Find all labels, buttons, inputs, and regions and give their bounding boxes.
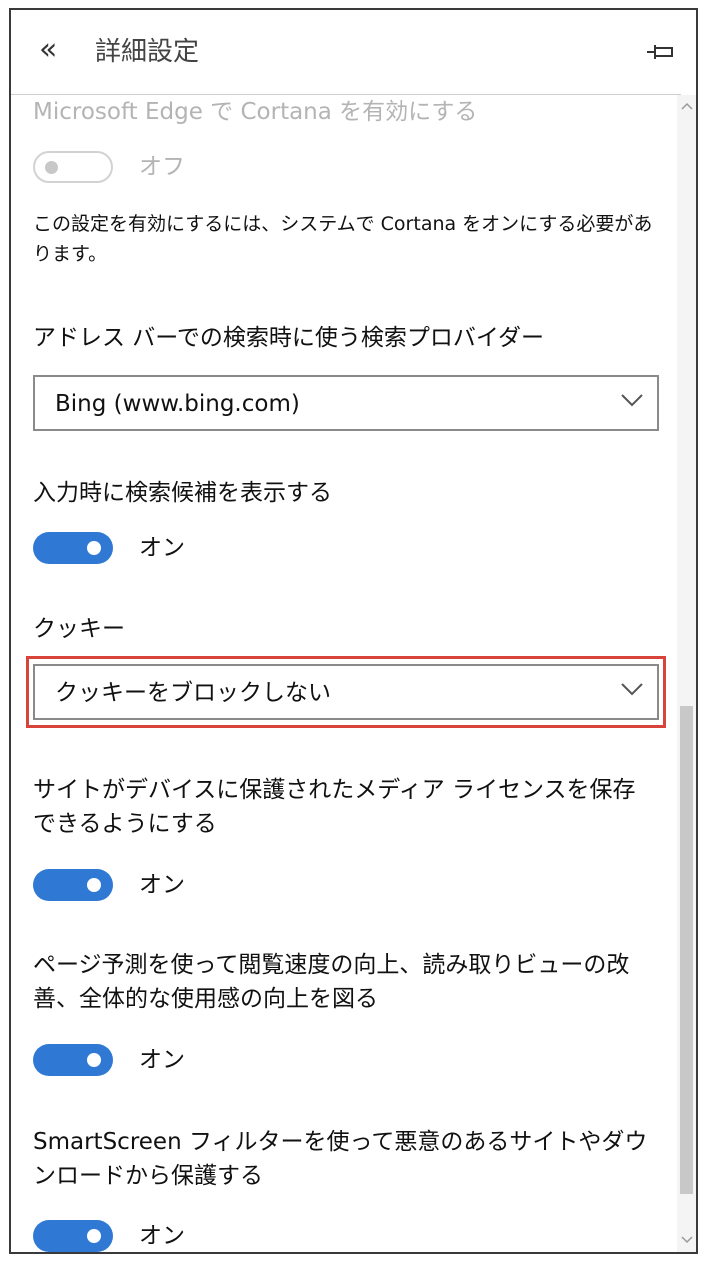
toggle-knob [87,541,101,555]
back-chevron-icon[interactable]: « [39,32,57,68]
scroll-up-arrow-icon[interactable] [679,100,695,112]
pin-icon[interactable] [646,42,674,62]
toggle-knob [87,1229,101,1243]
cookies-dropdown[interactable]: クッキーをブロックしない [33,664,659,720]
panel-header: « 詳細設定 [11,10,696,94]
advanced-settings-panel: « 詳細設定 Microsoft Edge で Cortana を有効にする オ… [9,8,698,1254]
media-license-label: サイトがデバイスに保護されたメディア ライセンスを保存できるようにする [33,777,636,837]
smartscreen-label: SmartScreen フィルターを使って悪意のあるサイトやダウンロードから保護… [33,1129,648,1189]
chevron-down-icon [621,394,643,407]
cortana-toggle-state: オフ [139,154,185,180]
chevron-down-icon [621,683,643,696]
cookies-value: クッキーをブロックしない [55,680,331,706]
search-provider-label: アドレス バーでの検索時に使う検索プロバイダー [33,325,545,351]
toggle-knob [87,878,101,892]
settings-content: Microsoft Edge で Cortana を有効にする オフ この設定を… [11,95,677,1252]
cortana-toggle[interactable] [33,151,113,183]
toggle-knob [45,161,58,174]
media-license-toggle[interactable] [33,869,113,901]
page-prediction-toggle[interactable] [33,1044,113,1076]
toggle-knob [87,1053,101,1067]
search-suggestions-state: オン [139,535,185,561]
smartscreen-toggle[interactable] [33,1220,113,1252]
cookies-label: クッキー [33,616,125,642]
search-provider-dropdown[interactable]: Bing (www.bing.com) [33,375,659,431]
page-title: 詳細設定 [95,37,200,67]
media-license-state: オン [139,872,185,898]
cortana-note: この設定を有効にするには、システムで Cortana をオンにする必要があります… [33,213,653,265]
page-prediction-state: オン [139,1047,185,1073]
search-provider-value: Bing (www.bing.com) [55,391,300,417]
scroll-down-arrow-icon[interactable] [679,1234,695,1246]
scrollbar-thumb[interactable] [680,706,693,1194]
cortana-label: Microsoft Edge で Cortana を有効にする [33,99,478,125]
search-suggestions-label: 入力時に検索候補を表示する [33,480,332,506]
search-suggestions-toggle[interactable] [33,532,113,564]
page-prediction-label: ページ予測を使って閲覧速度の向上、読み取りビューの改善、全体的な使用感の向上を図… [33,952,630,1012]
smartscreen-state: オン [139,1223,185,1249]
